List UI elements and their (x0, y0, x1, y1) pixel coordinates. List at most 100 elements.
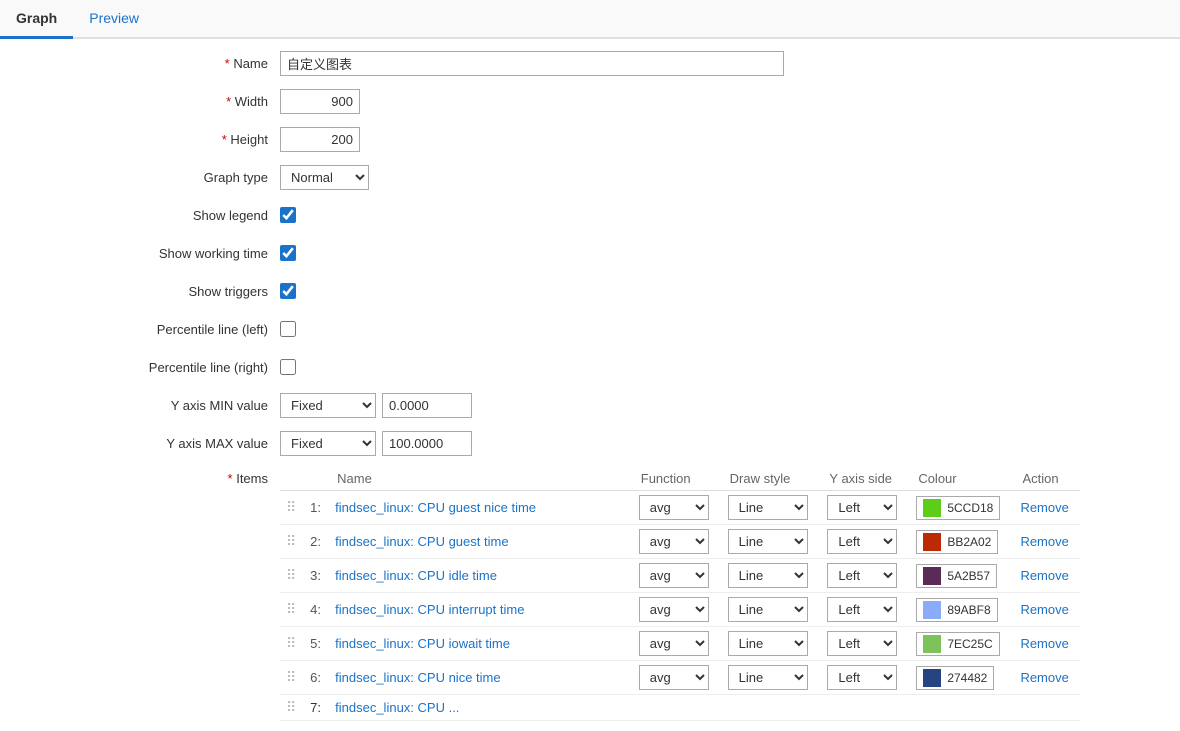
color-box (923, 601, 941, 619)
color-swatch[interactable]: 5CCD18 (916, 496, 1000, 520)
item-name[interactable]: findsec_linux: CPU interrupt time (329, 593, 633, 627)
action-cell: Remove (1014, 627, 1080, 661)
remove-button[interactable]: Remove (1020, 568, 1068, 583)
function-select[interactable]: avgminmaxlast (639, 495, 709, 520)
remove-button[interactable]: Remove (1020, 636, 1068, 651)
remove-button[interactable]: Remove (1020, 602, 1068, 617)
yaxis-max-row: Y axis MAX value Fixed Calculated (0, 429, 1180, 457)
draw-style-cell: LineFilled regionBold lineDotDashed line… (722, 525, 822, 559)
show-legend-checkbox[interactable] (280, 207, 296, 223)
item-name-link[interactable]: findsec_linux: CPU guest time (335, 534, 508, 549)
function-select[interactable]: avgminmaxlast (639, 563, 709, 588)
item-name-link[interactable]: findsec_linux: CPU ... (335, 700, 459, 715)
yaxis-side-select[interactable]: LeftRight (827, 529, 897, 554)
percentile-right-checkbox[interactable] (280, 359, 296, 375)
function-select[interactable]: avgminmaxlast (639, 597, 709, 622)
drag-handle[interactable]: ⠿ (280, 525, 304, 559)
graph-type-select[interactable]: Normal Stacked Pie Exploded (280, 165, 369, 190)
percentile-left-checkbox[interactable] (280, 321, 296, 337)
table-row: ⠿5:findsec_linux: CPU iowait timeavgminm… (280, 627, 1080, 661)
show-triggers-checkbox[interactable] (280, 283, 296, 299)
draw-style-select[interactable]: LineFilled regionBold lineDotDashed line… (728, 631, 808, 656)
item-name-link[interactable]: findsec_linux: CPU nice time (335, 670, 500, 685)
name-input[interactable] (280, 51, 784, 76)
row-number: 1: (304, 491, 329, 525)
show-legend-row: Show legend (0, 201, 1180, 229)
drag-handle[interactable]: ⠿ (280, 627, 304, 661)
color-swatch[interactable]: BB2A02 (916, 530, 998, 554)
col-header-empty (280, 467, 329, 491)
yaxis-side-cell: LeftRight (821, 593, 910, 627)
item-name[interactable]: findsec_linux: CPU iowait time (329, 627, 633, 661)
color-box (923, 567, 941, 585)
item-name-link[interactable]: findsec_linux: CPU idle time (335, 568, 497, 583)
color-swatch[interactable]: 5A2B57 (916, 564, 997, 588)
item-name[interactable]: findsec_linux: CPU ... (329, 695, 633, 721)
form-container: Name Width Height Graph type Normal Stac… (0, 39, 1180, 731)
col-header-draw-style: Draw style (722, 467, 822, 491)
remove-button[interactable]: Remove (1020, 534, 1068, 549)
function-select[interactable]: avgminmaxlast (639, 631, 709, 656)
draw-style-select[interactable]: LineFilled regionBold lineDotDashed line… (728, 563, 808, 588)
partial-cell (633, 695, 722, 721)
function-select[interactable]: avgminmaxlast (639, 665, 709, 690)
color-box (923, 499, 941, 517)
color-swatch[interactable]: 274482 (916, 666, 994, 690)
graph-type-label: Graph type (0, 170, 280, 185)
item-name[interactable]: findsec_linux: CPU guest nice time (329, 491, 633, 525)
items-table: Name Function Draw style Y axis side Col… (280, 467, 1080, 721)
yaxis-min-type-select[interactable]: Fixed Calculated (280, 393, 376, 418)
remove-button[interactable]: Remove (1020, 670, 1068, 685)
drag-handle[interactable]: ⠿ (280, 559, 304, 593)
draw-style-select[interactable]: LineFilled regionBold lineDotDashed line… (728, 597, 808, 622)
colour-cell: 5CCD18 (910, 491, 1014, 525)
draw-style-select[interactable]: LineFilled regionBold lineDotDashed line… (728, 529, 808, 554)
draw-style-select[interactable]: LineFilled regionBold lineDotDashed line… (728, 495, 808, 520)
item-name[interactable]: findsec_linux: CPU idle time (329, 559, 633, 593)
tab-preview[interactable]: Preview (73, 0, 155, 39)
draw-style-cell: LineFilled regionBold lineDotDashed line… (722, 627, 822, 661)
percentile-left-label: Percentile line (left) (0, 322, 280, 337)
items-label: * Items (0, 467, 280, 721)
item-name[interactable]: findsec_linux: CPU guest time (329, 525, 633, 559)
percentile-left-row: Percentile line (left) (0, 315, 1180, 343)
draw-style-cell: LineFilled regionBold lineDotDashed line… (722, 559, 822, 593)
col-header-function: Function (633, 467, 722, 491)
show-working-time-checkbox[interactable] (280, 245, 296, 261)
yaxis-side-select[interactable]: LeftRight (827, 597, 897, 622)
color-swatch[interactable]: 89ABF8 (916, 598, 997, 622)
percentile-right-row: Percentile line (right) (0, 353, 1180, 381)
drag-handle[interactable]: ⠿ (280, 661, 304, 695)
function-cell: avgminmaxlast (633, 593, 722, 627)
colour-cell: 5A2B57 (910, 559, 1014, 593)
yaxis-side-select[interactable]: LeftRight (827, 631, 897, 656)
colour-cell: 274482 (910, 661, 1014, 695)
yaxis-side-select[interactable]: LeftRight (827, 495, 897, 520)
drag-handle[interactable]: ⠿ (280, 593, 304, 627)
height-input[interactable] (280, 127, 360, 152)
action-cell: Remove (1014, 559, 1080, 593)
yaxis-side-select[interactable]: LeftRight (827, 563, 897, 588)
drag-handle[interactable]: ⠿ (280, 491, 304, 525)
width-input[interactable] (280, 89, 360, 114)
tab-graph[interactable]: Graph (0, 0, 73, 39)
yaxis-side-select[interactable]: LeftRight (827, 665, 897, 690)
yaxis-max-type-select[interactable]: Fixed Calculated (280, 431, 376, 456)
item-name-link[interactable]: findsec_linux: CPU iowait time (335, 636, 510, 651)
yaxis-side-cell: LeftRight (821, 627, 910, 661)
colour-cell: 7EC25C (910, 627, 1014, 661)
item-name[interactable]: findsec_linux: CPU nice time (329, 661, 633, 695)
color-swatch[interactable]: 7EC25C (916, 632, 999, 656)
function-cell: avgminmaxlast (633, 661, 722, 695)
item-name-link[interactable]: findsec_linux: CPU interrupt time (335, 602, 524, 617)
item-name-link[interactable]: findsec_linux: CPU guest nice time (335, 500, 536, 515)
yaxis-max-value-input[interactable] (382, 431, 472, 456)
remove-button[interactable]: Remove (1020, 500, 1068, 515)
draw-style-select[interactable]: LineFilled regionBold lineDotDashed line… (728, 665, 808, 690)
yaxis-min-value-input[interactable] (382, 393, 472, 418)
yaxis-min-label: Y axis MIN value (0, 398, 280, 413)
tabs: Graph Preview (0, 0, 1180, 39)
function-select[interactable]: avgminmaxlast (639, 529, 709, 554)
colour-cell: 89ABF8 (910, 593, 1014, 627)
drag-handle[interactable]: ⠿ (280, 695, 304, 721)
